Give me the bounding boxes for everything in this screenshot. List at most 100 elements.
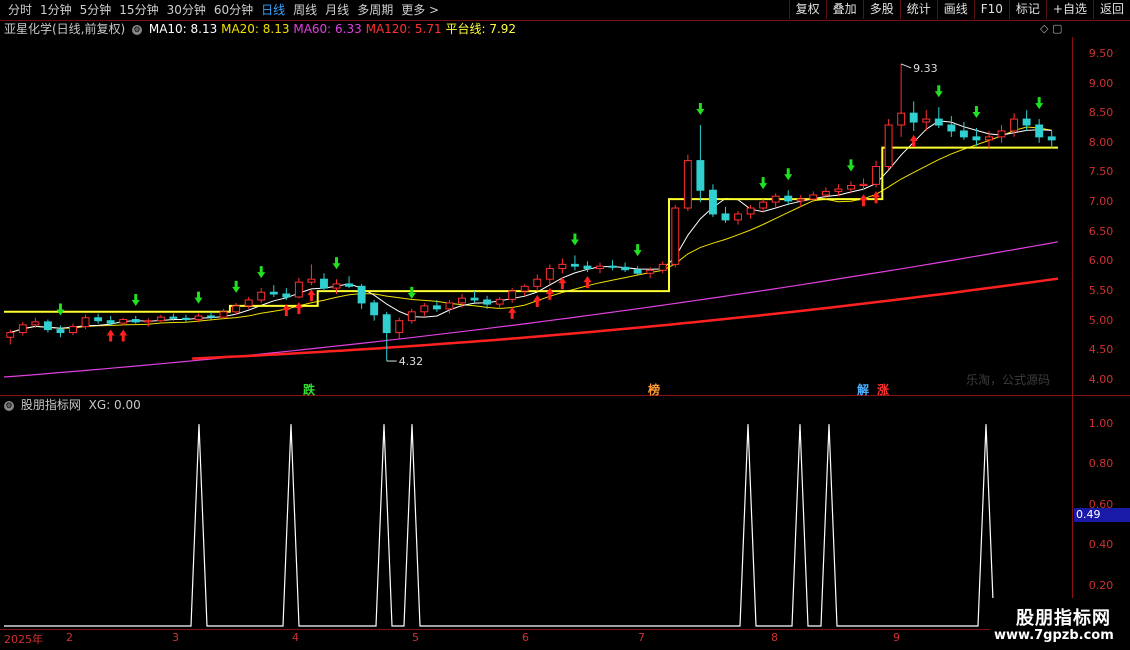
watermark-text: 乐淘，公式源码 [966,373,1051,387]
candle-body [1047,136,1056,141]
price-tick: 8.50 [1088,106,1114,120]
ma60-line [3,241,1059,378]
candle-body [608,265,617,268]
candle-body [771,195,780,203]
candle-body [169,316,178,319]
date-tick: 4 [292,631,299,644]
candle-body [370,302,379,316]
price-tick: 7.50 [1088,165,1114,179]
signal-down-arrow-icon [257,266,266,279]
candle-body [219,311,228,318]
candle-body [821,190,830,196]
signal-down-arrow-icon [570,233,579,246]
candle-body [633,269,642,274]
indicator-xg-value: XG: 0.00 [88,398,141,412]
candle-body [407,311,416,322]
candle-body [847,185,855,190]
candle-body [119,319,128,324]
candle-body [420,305,429,313]
date-tick: 3 [172,631,179,644]
candle-body [18,324,27,334]
candle-body [445,302,454,310]
candle-body [596,265,604,270]
candle-body [307,278,316,283]
candle-body [257,291,266,301]
candle-body [734,213,742,221]
candle-body [282,293,291,298]
signal-down-arrow-icon [332,257,341,270]
date-tick: 6 [522,631,529,644]
kline-chart[interactable]: 9.33 4.32 [0,0,1130,650]
signal-down-arrow-icon [1035,97,1044,110]
candle-body [897,112,906,126]
candle-body [194,315,203,321]
price-tick: 8.00 [1088,135,1114,149]
candle-body [357,285,366,304]
signal-tag: 榜 [648,383,661,397]
indicator-tick: 0.80 [1088,457,1114,471]
price-tick: 9.50 [1088,46,1114,60]
candle-body [621,266,630,271]
candle-body [696,160,705,191]
settings-circle-icon[interactable]: ⚙ [4,400,14,411]
candle-body [106,320,115,324]
candle-body [320,278,328,289]
candle-body [872,166,881,185]
candle-body [131,319,140,323]
signal-down-arrow-icon [131,293,140,306]
candle-body [156,316,165,322]
candle-body [884,124,893,168]
candle-body [947,124,956,132]
panel-divider [0,395,1130,396]
indicator-tick: 1.00 [1088,417,1114,431]
candle-body [646,269,655,274]
indicator-name: 股朋指标网 [20,398,81,412]
date-tick: 2025年 [4,633,43,646]
date-tick: 5 [412,631,419,644]
signal-up-arrow-icon [545,287,554,300]
candle-body [6,332,15,338]
candle-body [470,297,479,301]
price-tick: 6.50 [1088,224,1114,238]
candle-body [934,118,943,126]
indicator-tick: 0.20 [1088,578,1114,592]
indicator-tick: 0.40 [1088,538,1114,552]
candle-body [508,290,517,300]
signal-up-arrow-icon [508,306,517,319]
candle-body [269,291,278,295]
signal-down-arrow-icon [633,244,642,257]
candle-body [558,263,567,270]
price-tick: 4.00 [1088,373,1114,386]
signal-tag: 解 [857,383,870,397]
candle-body [483,299,492,305]
signal-up-arrow-icon [533,295,542,308]
candle-body [922,118,931,123]
candle-body [1022,118,1031,126]
candle-body [43,321,52,331]
signal-up-arrow-icon [307,289,316,302]
candle-body [784,195,793,202]
signal-up-arrow-icon [119,329,128,342]
price-tick: 4.50 [1088,343,1114,357]
candle-body [520,285,529,292]
candle-body [244,299,253,307]
price-tick: 7.00 [1088,195,1114,209]
candle-body [959,130,968,138]
candle-body [545,268,554,280]
ma20-line [10,126,1052,334]
price-tick: 6.00 [1088,254,1114,268]
candle-body [31,321,40,326]
candle-body [809,194,818,200]
indicator-xg-line [4,424,1058,627]
candle-body [495,298,504,305]
candle-body [909,112,918,123]
candle-body [658,263,667,271]
candle-body [671,207,680,265]
candle-body [432,305,441,310]
price-tick: 9.00 [1088,76,1114,90]
candle-body [144,320,153,323]
candle-body [81,317,90,328]
candle-body [533,278,542,287]
low-label: 4.32 [399,355,424,368]
signal-up-arrow-icon [859,194,868,207]
